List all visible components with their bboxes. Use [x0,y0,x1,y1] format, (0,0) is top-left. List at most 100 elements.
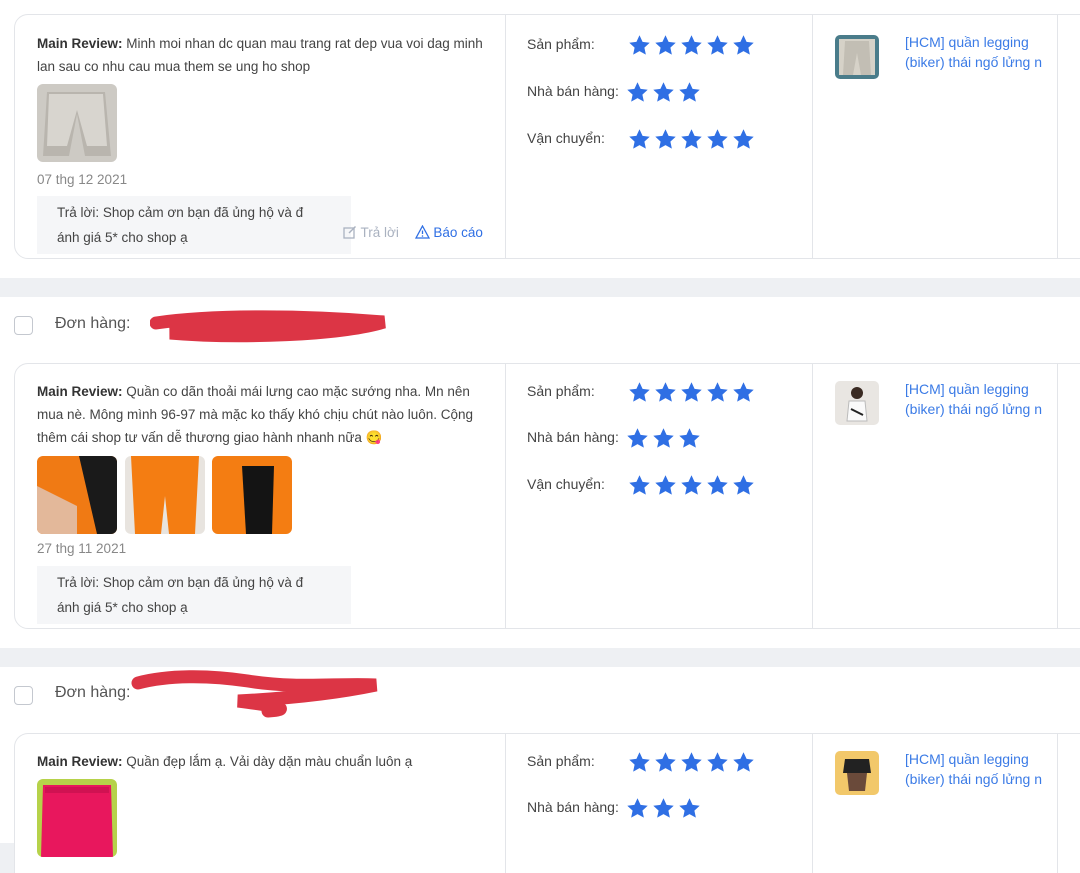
product-name-line: (biker) thái ngố lửng n [905,54,1042,70]
star-icon [731,750,756,775]
star-icon [705,33,730,58]
redaction-mark [131,670,378,718]
column-divider [812,364,813,628]
column-divider [505,734,506,873]
star-icon [677,426,702,451]
order-header: Đơn hàng: [0,667,1080,721]
review-card-3: Main Review: Quần đẹp lắm ạ. Vải dày dặn… [14,733,1080,873]
warning-icon [414,224,430,239]
product-name-line: (biker) thái ngố lửng n [905,771,1042,787]
product-name-link[interactable]: [HCM] quần legging (biker) thái ngố lửng… [905,749,1065,789]
review-content: Quần đẹp lắm ạ. Vải dày dặn màu chuẩn lu… [126,754,413,769]
seller-reply: Trả lời: Shop cảm ơn bạn đã ủng hộ và đ … [37,196,351,254]
star-icon [731,473,756,498]
star-rating [625,796,702,821]
star-icon [627,473,652,498]
star-icon [627,750,652,775]
star-icon [627,380,652,405]
rating-label-shipping: Vận chuyển: [527,130,605,146]
star-icon [651,796,676,821]
star-icon [653,473,678,498]
star-icon [731,127,756,152]
report-action-label: Báo cáo [433,225,483,240]
reply-actions: Trả lời Báo cáo [343,224,483,240]
reply-text-line: Trả lời: Shop cảm ơn bạn đã ủng hộ và đ [57,205,304,220]
order-header: Đơn hàng: [0,297,1080,351]
column-divider [812,734,813,873]
star-icon [651,80,676,105]
rating-label-product: Sản phẩm: [527,36,595,52]
star-icon [679,750,704,775]
review-photo[interactable] [37,84,117,162]
star-icon [679,33,704,58]
star-icon [625,80,650,105]
review-card-1: Main Review: Minh moi nhan dc quan mau t… [14,14,1080,259]
product-name-link[interactable]: [HCM] quần legging (biker) thái ngố lửng… [905,379,1065,419]
star-icon [627,127,652,152]
main-review-label: Main Review: [37,754,123,769]
star-rating [627,127,756,152]
star-icon [731,380,756,405]
star-rating [625,426,702,451]
review-card-2: Main Review: Quần co dãn thoải mái lưng … [14,363,1080,629]
reply-text-line: ánh giá 5* cho shop ạ [57,230,188,245]
column-divider [812,15,813,258]
star-icon [625,426,650,451]
report-action-button[interactable]: Báo cáo [414,224,483,240]
review-date: 27 thg 11 2021 [37,541,127,556]
product-name-line: (biker) thái ngố lửng n [905,401,1042,417]
redaction-mark [150,310,386,343]
star-icon [625,796,650,821]
review-text: Main Review: Minh moi nhan dc quan mau t… [37,32,497,78]
reply-action-label: Trả lời [360,225,399,240]
order-checkbox[interactable] [14,316,33,335]
reply-text-line: Trả lời: Shop cảm ơn bạn đã ủng hộ và đ [57,575,304,590]
product-thumbnail[interactable] [835,381,879,425]
review-photo[interactable] [37,779,117,857]
order-label: Đơn hàng: [55,684,131,701]
star-icon [651,426,676,451]
star-rating [627,380,756,405]
review-date: 07 thg 12 2021 [37,172,128,187]
star-rating [627,33,756,58]
star-icon [677,80,702,105]
review-photo[interactable] [212,456,292,534]
main-review-label: Main Review: [37,384,123,399]
order-label: Đơn hàng: [55,315,131,332]
product-thumbnail[interactable] [835,751,879,795]
main-review-label: Main Review: [37,36,123,51]
star-icon [653,127,678,152]
product-name-line: [HCM] quần legging [905,751,1029,767]
star-icon [653,380,678,405]
product-name-line: [HCM] quần legging [905,34,1029,50]
star-icon [627,33,652,58]
order-checkbox[interactable] [14,686,33,705]
star-icon [677,796,702,821]
seller-reply: Trả lời: Shop cảm ơn bạn đã ủng hộ và đ … [37,566,351,624]
star-icon [679,473,704,498]
star-icon [679,380,704,405]
product-thumbnail[interactable] [835,35,879,79]
product-name-link[interactable]: [HCM] quần legging (biker) thái ngố lửng… [905,32,1065,72]
rating-label-seller: Nhà bán hàng: [527,429,619,445]
star-icon [653,33,678,58]
review-photo[interactable] [125,456,205,534]
star-icon [705,380,730,405]
edit-icon [343,226,356,239]
star-icon [705,473,730,498]
review-text: Main Review: Quần đẹp lắm ạ. Vải dày dặn… [37,750,497,773]
product-name-line: [HCM] quần legging [905,381,1029,397]
star-icon [679,127,704,152]
star-icon [653,750,678,775]
review-photo[interactable] [37,456,117,534]
rating-label-product: Sản phẩm: [527,753,595,769]
rating-label-seller: Nhà bán hàng: [527,83,619,99]
rating-label-product: Sản phẩm: [527,383,595,399]
reply-action-button[interactable]: Trả lời [343,225,403,240]
star-rating [627,750,756,775]
star-icon [705,750,730,775]
star-icon [705,127,730,152]
column-divider [505,15,506,258]
star-icon [731,33,756,58]
review-text: Main Review: Quần co dãn thoải mái lưng … [37,380,497,449]
